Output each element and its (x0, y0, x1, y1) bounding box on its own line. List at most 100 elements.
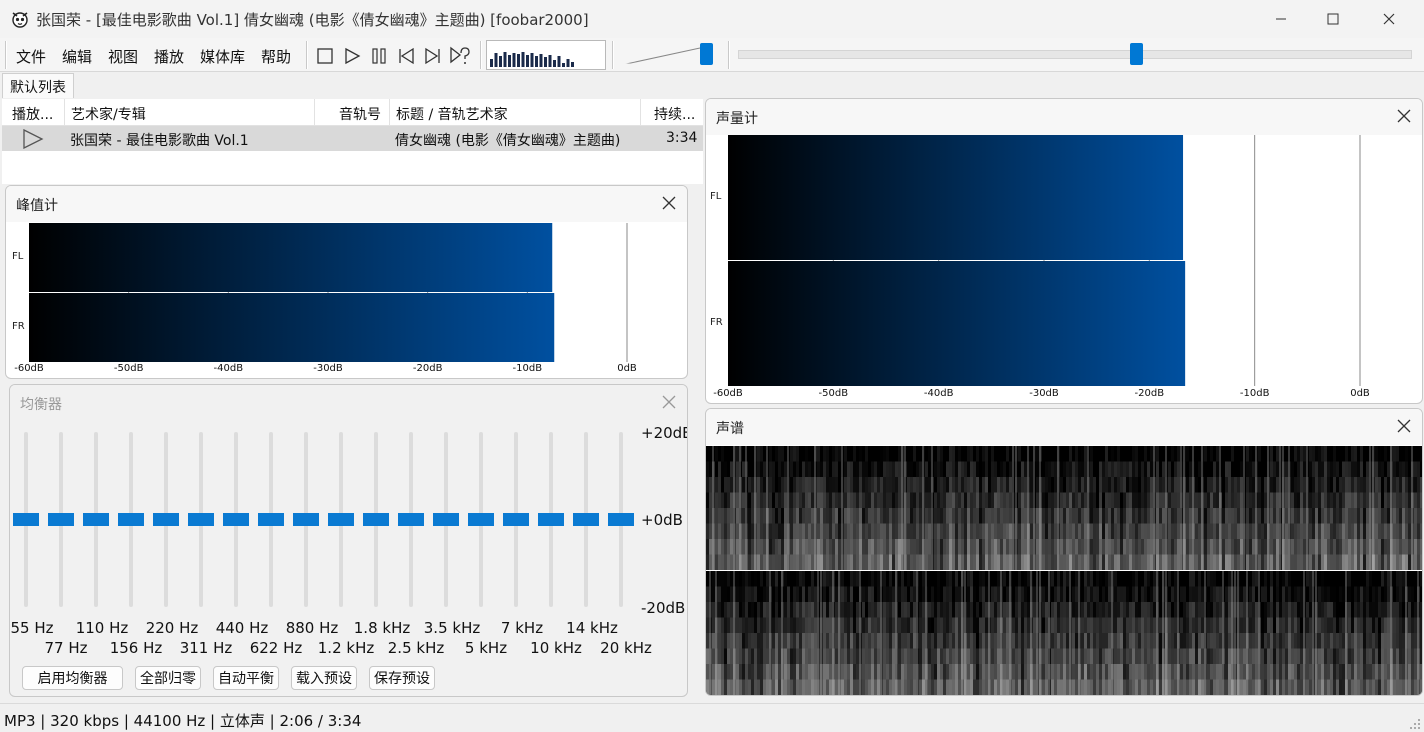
spectrogram-cell (1138, 477, 1141, 493)
spectrogram-cell (1075, 523, 1078, 540)
spectrogram-cell (982, 664, 985, 680)
spectrogram-cell (988, 508, 991, 524)
close-icon[interactable] (1396, 108, 1412, 124)
eq-slider-thumb[interactable] (118, 513, 144, 526)
eq-slider-thumb[interactable] (398, 513, 424, 526)
spectrogram-cell (1300, 648, 1303, 665)
eq-slider-thumb[interactable] (433, 513, 459, 526)
column-title[interactable]: 标题 / 音轨艺术家 (396, 104, 508, 124)
eq-slider-thumb[interactable] (188, 513, 214, 526)
spectrogram-cell (853, 602, 856, 618)
maximize-button[interactable] (1310, 0, 1356, 38)
eq-slider-thumb[interactable] (223, 513, 249, 526)
column-divider[interactable] (389, 99, 390, 126)
spectrogram-cell (1243, 617, 1246, 634)
menu-view[interactable]: 视图 (108, 46, 138, 67)
stop-button[interactable] (314, 45, 336, 67)
reset-all-button[interactable]: 全部归零 (135, 666, 201, 690)
eq-slider-thumb[interactable] (153, 513, 179, 526)
spectrogram-cell (1351, 571, 1354, 587)
eq-slider-thumb[interactable] (468, 513, 494, 526)
peak-meter-title: 峰值计 (16, 198, 58, 214)
seekbar-thumb[interactable] (1129, 43, 1143, 65)
eq-slider-thumb[interactable] (293, 513, 319, 526)
spectrogram-cell (709, 539, 712, 555)
spectrogram-cell (1093, 664, 1096, 680)
spectrogram-cell (1309, 664, 1312, 680)
volume-thumb[interactable] (699, 43, 713, 65)
menu-file[interactable]: 文件 (16, 46, 46, 67)
eq-slider-thumb[interactable] (503, 513, 529, 526)
spectrogram-cell (1276, 633, 1279, 649)
spectrogram-cell (796, 679, 799, 695)
table-row[interactable]: 张国荣 - 最佳电影歌曲 Vol.1 倩女幽魂 (电影《倩女幽魂》主题曲) 3:… (2, 126, 703, 151)
column-duration[interactable]: 持续... (654, 104, 695, 124)
spectrogram-cell (1198, 508, 1201, 524)
pause-button[interactable] (368, 45, 390, 67)
eq-slider-thumb[interactable] (83, 513, 109, 526)
menu-help[interactable]: 帮助 (261, 46, 291, 67)
meter-tick-label: -60dB (14, 363, 44, 374)
load-preset-button[interactable]: 载入预设 (291, 666, 357, 690)
spectrogram-cell (949, 602, 952, 618)
eq-slider-thumb[interactable] (258, 513, 284, 526)
spectrogram-cell (1114, 586, 1117, 603)
tab-default-playlist[interactable]: 默认列表 (2, 73, 74, 98)
spectrogram-cell (1006, 461, 1009, 478)
spectrogram-cell (847, 539, 850, 555)
play-button[interactable] (341, 45, 363, 67)
menu-edit[interactable]: 编辑 (62, 46, 92, 67)
spectrogram-cell (1222, 539, 1225, 555)
spectrogram-cell (955, 477, 958, 493)
resize-grip-icon[interactable] (1408, 717, 1422, 731)
spectrogram-cell (1057, 586, 1060, 603)
close-button[interactable] (1366, 0, 1412, 38)
column-divider[interactable] (64, 99, 65, 126)
spectrogram-cell (1252, 633, 1255, 649)
auto-level-button[interactable]: 自动平衡 (213, 666, 279, 690)
column-divider[interactable] (640, 99, 641, 126)
close-icon[interactable] (1396, 418, 1412, 434)
spectrogram-cell (793, 679, 796, 695)
spectrogram-cell (907, 633, 910, 649)
spectrogram-cell (1297, 539, 1300, 555)
volume-slider[interactable] (620, 40, 720, 70)
eq-slider-thumb[interactable] (48, 513, 74, 526)
save-preset-button[interactable]: 保存预设 (369, 666, 435, 690)
spectrogram-cell (1078, 508, 1081, 524)
spectrogram-cell (1300, 446, 1303, 462)
close-icon[interactable] (661, 195, 677, 211)
minimize-button[interactable] (1258, 0, 1304, 38)
eq-slider-thumb[interactable] (363, 513, 389, 526)
spectrogram-cell (1042, 679, 1045, 695)
spectrogram-cell (1339, 586, 1342, 603)
previous-button[interactable] (395, 45, 417, 67)
spectrogram-cell (1111, 461, 1114, 478)
spectrogram-cell (907, 617, 910, 634)
spectrogram-cell (1327, 679, 1330, 695)
menu-library[interactable]: 媒体库 (200, 46, 245, 67)
column-track-no[interactable]: 音轨号 (339, 104, 381, 124)
spectrogram-cell (907, 648, 910, 665)
eq-slider-thumb[interactable] (13, 513, 39, 526)
column-playing[interactable]: 播放... (12, 104, 53, 124)
spectrogram-cell (706, 679, 709, 695)
eq-slider-thumb[interactable] (573, 513, 599, 526)
eq-slider-thumb[interactable] (538, 513, 564, 526)
spectrogram-cell (1138, 586, 1141, 603)
eq-slider-thumb[interactable] (328, 513, 354, 526)
menu-playback[interactable]: 播放 (154, 46, 184, 67)
eq-slider-thumb[interactable] (608, 513, 634, 526)
spectrogram-cell (991, 477, 994, 493)
enable-equalizer-button[interactable]: 启用均衡器 (22, 666, 123, 690)
column-divider[interactable] (314, 99, 315, 126)
column-artist-album[interactable]: 艺术家/专辑 (71, 104, 146, 124)
seekbar-track[interactable] (738, 50, 1412, 59)
random-button[interactable] (449, 45, 471, 67)
spectrogram-cell (928, 446, 931, 462)
next-button[interactable] (422, 45, 444, 67)
spectrogram-cell (868, 492, 871, 509)
spectrogram-cell (1036, 554, 1039, 571)
spectrogram-cell (1207, 602, 1210, 618)
spectrogram-cell (1420, 523, 1422, 540)
